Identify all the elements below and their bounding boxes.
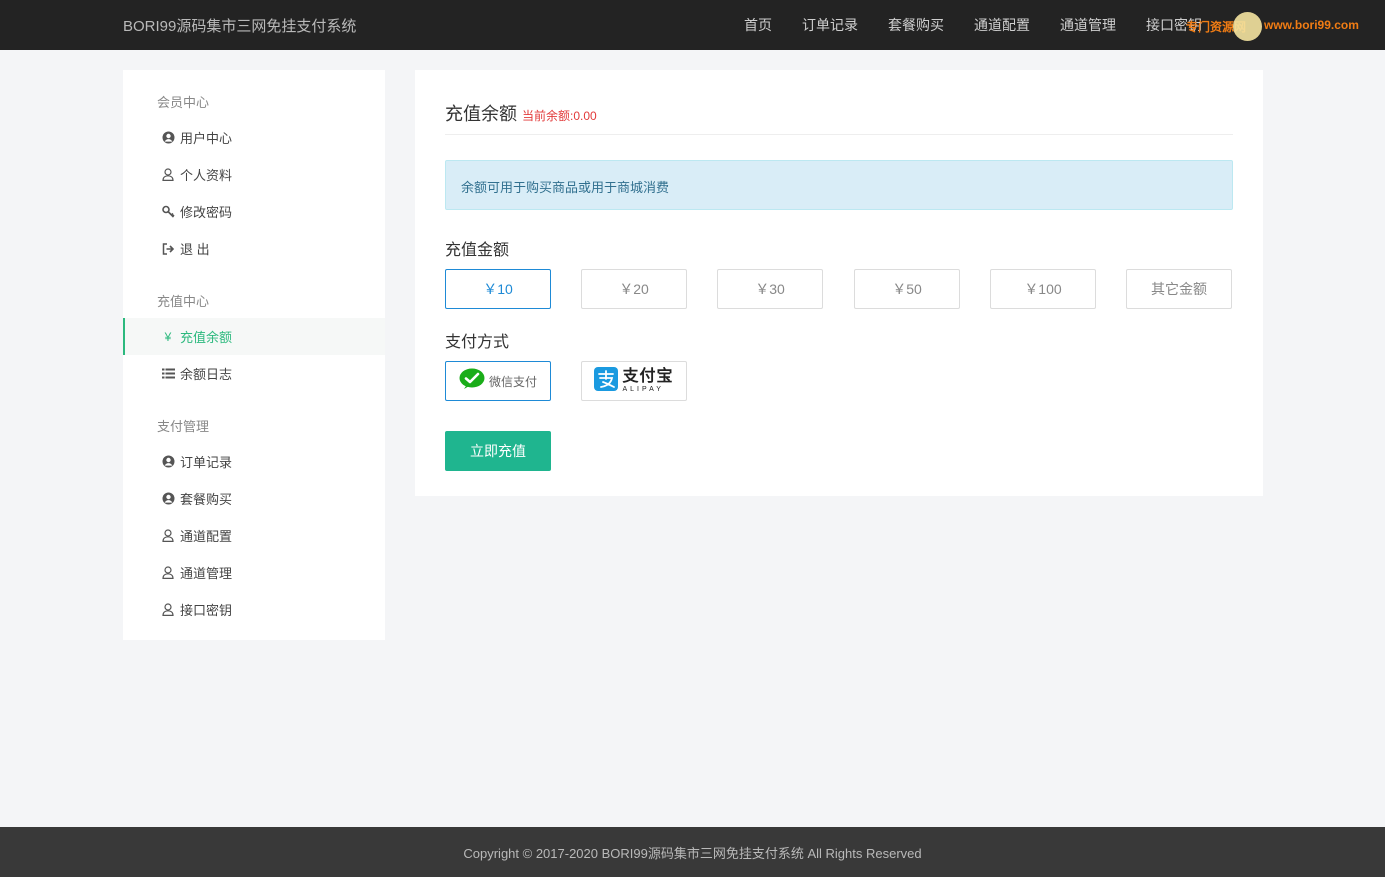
copyright-text: Copyright © 2017-2020 BORI99源码集市三网免挂支付系统… [463, 845, 922, 861]
user-icon [161, 168, 175, 182]
alipay-wordmark: 支付宝 ALIPAY [622, 368, 674, 394]
payment-label: 支付方式 [445, 334, 510, 351]
amount-option-100[interactable]: ￥100 [990, 269, 1096, 309]
sidebar-item-label: 套餐购买 [180, 492, 233, 507]
sidebar-item-label: 修改密码 [180, 205, 233, 220]
top-navbar: BORI99源码集市三网免挂支付系统 首页 订单记录 套餐购买 通道配置 通道管… [0, 0, 1385, 50]
payment-option-alipay[interactable]: 支付宝 ALIPAY [581, 361, 687, 401]
sidebar-item-recharge-balance[interactable]: ¥ 充值余额 [123, 318, 385, 355]
top-nav: 首页 订单记录 套餐购买 通道配置 通道管理 接口密钥 [744, 15, 1232, 35]
amount-label: 充值金额 [445, 242, 510, 259]
alipay-label-en: ALIPAY [622, 386, 664, 393]
sign-out-icon [161, 242, 175, 256]
amount-option-50[interactable]: ￥50 [854, 269, 960, 309]
user-icon [161, 566, 175, 580]
sidebar-item-channel-config[interactable]: 通道配置 [123, 517, 385, 554]
brand-title[interactable]: BORI99源码集市三网免挂支付系统 [123, 15, 356, 36]
sidebar: 会员中心 用户中心 个人资料 修改密码 退 出 充值中心 ¥ 充值余额 余额日志… [123, 70, 385, 640]
footer: Copyright © 2017-2020 BORI99源码集市三网免挂支付系统… [0, 827, 1385, 877]
key-icon [161, 205, 175, 219]
user-circle-icon [161, 455, 175, 469]
sidebar-item-label: 用户中心 [180, 131, 233, 146]
sidebar-item-change-password[interactable]: 修改密码 [123, 193, 385, 230]
sidebar-item-profile[interactable]: 个人资料 [123, 156, 385, 193]
amount-option-other[interactable]: 其它金额 [1126, 269, 1232, 309]
current-balance: 当前余额:0.00 [522, 109, 597, 123]
user-circle-icon [161, 492, 175, 506]
sidebar-item-label: 通道配置 [180, 529, 233, 544]
payment-option-wechat[interactable]: 微信支付 [445, 361, 551, 401]
wechat-pay-label: 微信支付 [488, 374, 537, 389]
nav-order-records[interactable]: 订单记录 [802, 15, 858, 35]
nav-channel-config[interactable]: 通道配置 [974, 15, 1030, 35]
watermark: 专门资源网 www.bori99.com [1186, 12, 1359, 41]
sidebar-item-label: 订单记录 [180, 455, 233, 470]
sidebar-item-package-purchase[interactable]: 套餐购买 [123, 480, 385, 517]
sidebar-section-recharge: 充值中心 [157, 294, 210, 309]
sidebar-section-member: 会员中心 [157, 95, 210, 110]
recharge-now-button[interactable]: 立即充值 [445, 431, 551, 471]
title-row: 充值余额 当前余额:0.00 [445, 100, 597, 126]
sidebar-item-label: 退 出 [180, 242, 210, 257]
amount-option-20[interactable]: ￥20 [581, 269, 687, 309]
yen-icon: ¥ [164, 329, 172, 344]
amount-option-10[interactable]: ￥10 [445, 269, 551, 309]
recharge-panel: 充值余额 当前余额:0.00 余额可用于购买商品或用于商城消费 充值金额 ￥10… [415, 70, 1263, 496]
sidebar-item-label: 个人资料 [180, 168, 233, 183]
sidebar-section-payment: 支付管理 [157, 419, 210, 434]
amount-option-30[interactable]: ￥30 [717, 269, 823, 309]
sidebar-item-api-key[interactable]: 接口密钥 [123, 591, 385, 628]
sidebar-item-logout[interactable]: 退 出 [123, 230, 385, 267]
nav-home[interactable]: 首页 [744, 15, 772, 35]
sidebar-item-balance-log[interactable]: 余额日志 [123, 355, 385, 392]
title-divider [445, 134, 1233, 135]
sidebar-item-user-center[interactable]: 用户中心 [123, 119, 385, 156]
sidebar-item-order-records[interactable]: 订单记录 [123, 443, 385, 480]
sidebar-item-label: 余额日志 [180, 367, 233, 382]
sidebar-item-label: 通道管理 [180, 566, 233, 581]
user-icon [161, 603, 175, 617]
watermark-logo [1233, 12, 1262, 41]
page-title: 充值余额 [445, 104, 517, 124]
user-icon [161, 529, 175, 543]
sidebar-item-label: 充值余额 [180, 330, 233, 345]
alipay-icon [594, 366, 619, 396]
nav-package-purchase[interactable]: 套餐购买 [888, 15, 944, 35]
watermark-url: www.bori99.com [1264, 18, 1359, 32]
alipay-label-cn: 支付宝 [622, 368, 674, 385]
sidebar-item-label: 接口密钥 [180, 603, 233, 618]
list-icon [161, 367, 175, 381]
wechat-pay-icon [459, 368, 485, 395]
user-circle-icon [161, 131, 175, 145]
sidebar-item-channel-manage[interactable]: 通道管理 [123, 554, 385, 591]
info-notice: 余额可用于购买商品或用于商城消费 [445, 160, 1233, 210]
nav-channel-manage[interactable]: 通道管理 [1060, 15, 1116, 35]
